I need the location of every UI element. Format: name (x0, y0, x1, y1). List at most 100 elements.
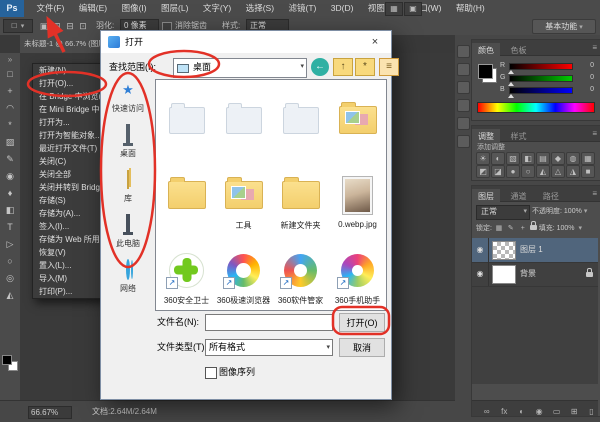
adjustment-icon[interactable]: ◪ (491, 165, 505, 178)
layer-row-background[interactable]: ◉ 背景 (472, 262, 598, 287)
file-menu-item[interactable]: 新建(N)... (33, 64, 105, 77)
color-swatches[interactable] (2, 355, 18, 371)
lock-pixels-icon[interactable]: ✎ (506, 223, 516, 235)
cancel-button[interactable]: 取消 (339, 338, 385, 357)
menu-select[interactable]: 选择(S) (241, 0, 279, 17)
view-menu-icon[interactable]: ≡ (379, 58, 399, 76)
type-tool-icon[interactable]: T (0, 219, 20, 236)
sidebar-item-network[interactable]: 网络 (103, 261, 153, 306)
filename-input[interactable] (205, 314, 333, 331)
adjustment-icon[interactable]: ◮ (566, 165, 580, 178)
opacity-control[interactable]: 不透明度: 100%▾ (532, 205, 587, 219)
file-item[interactable]: ↗360软件管家 (272, 233, 329, 305)
panel-menu-icon[interactable]: ≡ (592, 186, 597, 201)
file-menu-item-open[interactable]: 打开(O)... (33, 77, 105, 90)
adjustment-icon[interactable]: ■ (581, 165, 595, 178)
file-menu-item[interactable]: 在 Bridge 中浏览(B)... (33, 90, 105, 103)
layer-thumbnail[interactable] (492, 241, 516, 260)
file-menu-item[interactable]: 在 Mini Bridge 中浏览(G)... (33, 103, 105, 116)
file-menu-item[interactable]: 导入(M) (33, 272, 105, 285)
file-menu-item[interactable]: 打印(P)... (33, 285, 105, 298)
collapsed-panel-icon[interactable] (457, 45, 470, 58)
hand-tool-icon[interactable]: ◭ (0, 287, 20, 304)
layer-style-icon[interactable]: fx (498, 404, 511, 419)
screen-mode-icon[interactable]: ▣ (404, 2, 422, 16)
file-item[interactable]: 新建文件夹 (272, 158, 329, 230)
adjustment-icon[interactable]: ▤ (536, 152, 550, 165)
file-menu-item[interactable]: 打开为智能对象... (33, 129, 105, 142)
tab-swatches[interactable]: 色板 (504, 43, 532, 58)
up-one-level-icon[interactable]: ↑ (333, 58, 353, 76)
file-item[interactable] (329, 83, 386, 155)
workspace-switcher-button[interactable]: 基本功能▾ (532, 19, 596, 34)
filetype-select[interactable]: 所有格式▾ (205, 339, 333, 356)
tab-styles[interactable]: 样式 (504, 129, 532, 144)
blend-mode-select[interactable]: 正常▾ (476, 205, 530, 220)
collapsed-panel-icon[interactable] (457, 99, 470, 112)
menu-help[interactable]: 帮助(H) (451, 0, 490, 17)
zoom-level-input[interactable]: 66.67% (28, 406, 72, 419)
menu-3d[interactable]: 3D(D) (326, 0, 359, 17)
link-layers-icon[interactable]: ∞ (480, 404, 493, 419)
adjustment-icon[interactable]: ◍ (566, 152, 580, 165)
file-item[interactable]: 工具 (215, 158, 272, 230)
file-item[interactable] (215, 83, 272, 155)
file-menu-item[interactable]: 关闭(C) (33, 155, 105, 168)
arrange-documents-icon[interactable]: ▦ (385, 2, 403, 16)
tab-color[interactable]: 颜色 (472, 43, 500, 58)
file-item[interactable]: ↗360极速浏览器 (215, 233, 272, 305)
tool-preset-icon[interactable]: □ ▾ (3, 19, 33, 33)
shape-tool-icon[interactable]: ○ (0, 253, 20, 270)
fill-value[interactable]: 100% (557, 225, 575, 232)
file-item[interactable] (272, 83, 329, 155)
lock-position-icon[interactable]: + (518, 223, 528, 235)
collapsed-panel-icon[interactable] (457, 135, 470, 148)
selection-subtract-icon[interactable]: ⊟ (64, 20, 76, 32)
menu-edit[interactable]: 编辑(E) (74, 0, 112, 17)
selection-intersect-icon[interactable]: ⊡ (77, 20, 89, 32)
layer-thumbnail[interactable] (492, 265, 516, 284)
menu-image[interactable]: 图像(I) (117, 0, 152, 17)
file-menu-item[interactable]: 打开为... (33, 116, 105, 129)
image-sequence-checkbox[interactable] (205, 367, 217, 379)
layer-mask-icon[interactable]: ◐ (515, 404, 528, 419)
color-spectrum-ramp[interactable] (477, 102, 595, 113)
sidebar-item-desktop[interactable]: 桌面 (103, 126, 153, 171)
foreground-swatch[interactable] (478, 64, 493, 79)
panel-menu-icon[interactable]: ≡ (592, 40, 597, 55)
look-in-dropdown[interactable]: 桌面 ▾ (173, 58, 307, 78)
selection-new-icon[interactable]: ▣ (38, 20, 50, 32)
red-slider[interactable] (509, 63, 573, 70)
new-layer-icon[interactable]: ⊞ (568, 404, 581, 419)
tab-layers[interactable]: 图层 (472, 189, 500, 204)
lock-transparency-icon[interactable]: ▦ (494, 223, 504, 235)
adjustment-icon[interactable]: ● (506, 165, 520, 178)
selection-add-icon[interactable]: ⊞ (51, 20, 63, 32)
dialog-close-icon[interactable]: × (359, 31, 391, 53)
brush-tool-icon[interactable]: ♦ (0, 185, 20, 202)
menu-filter[interactable]: 滤镜(T) (283, 0, 321, 17)
move-tool-icon[interactable]: + (0, 83, 20, 100)
crop-tool-icon[interactable]: ▨ (0, 134, 20, 151)
sidebar-item-this-pc[interactable]: 此电脑 (103, 216, 153, 261)
eyedropper-tool-icon[interactable]: ✎ (0, 151, 20, 168)
file-menu-item[interactable]: 最近打开文件(T) (33, 142, 105, 155)
stamp-tool-icon[interactable]: ◧ (0, 202, 20, 219)
lasso-tool-icon[interactable]: ◠ (0, 100, 20, 117)
adjustment-icon[interactable]: ◧ (521, 152, 535, 165)
green-slider[interactable] (509, 75, 573, 82)
visibility-eye-icon[interactable]: ◉ (472, 262, 489, 286)
collapsed-panel-icon[interactable] (457, 81, 470, 94)
collapsed-panel-icon[interactable] (457, 63, 470, 76)
sidebar-item-quick-access[interactable]: ★ 快速访问 (103, 81, 153, 126)
file-menu-item[interactable]: 置入(L)... (33, 259, 105, 272)
back-icon[interactable]: ← (311, 58, 329, 76)
panel-menu-icon[interactable]: ≡ (592, 126, 597, 141)
visibility-eye-icon[interactable]: ◉ (472, 238, 489, 262)
slider-knob[interactable] (508, 94, 514, 98)
file-menu-item[interactable]: 存储(S) (33, 194, 105, 207)
menu-layer[interactable]: 图层(L) (156, 0, 193, 17)
layer-name[interactable]: 图层 1 (520, 238, 543, 262)
path-select-tool-icon[interactable]: ▷ (0, 236, 20, 253)
delete-layer-icon[interactable]: ▯ (585, 404, 598, 419)
